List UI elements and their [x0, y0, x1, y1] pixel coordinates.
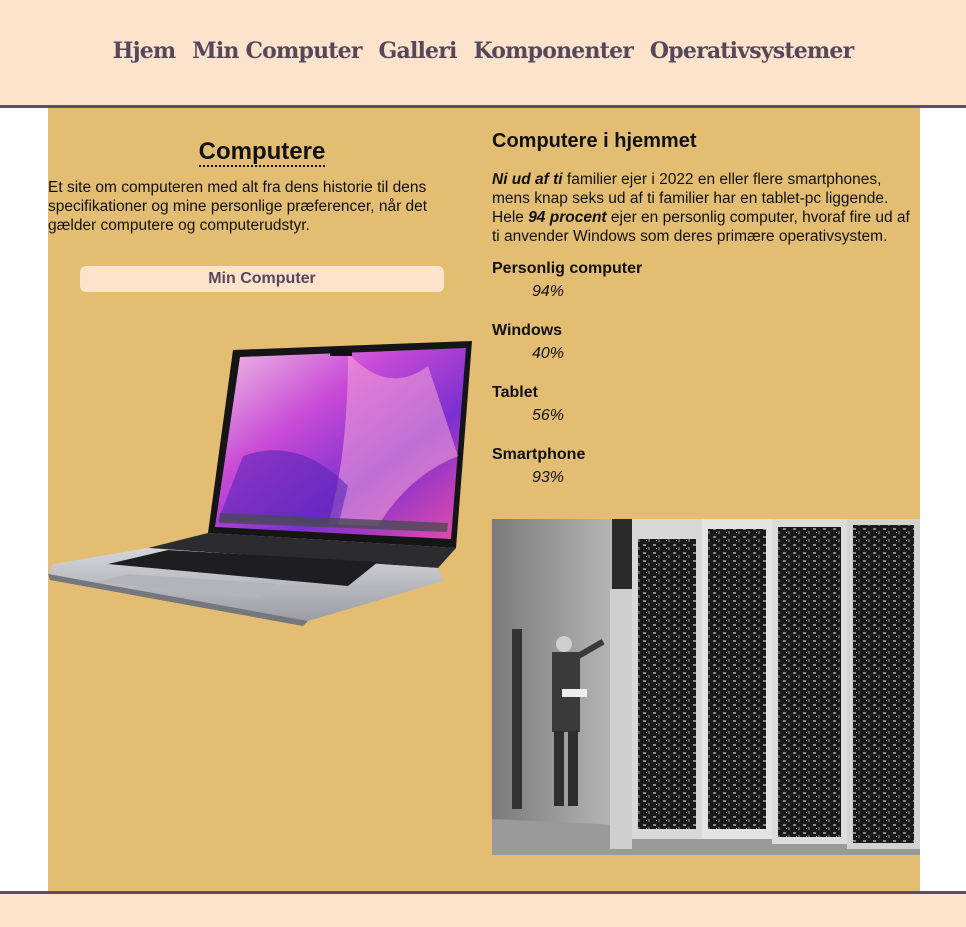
bold-phrase-1: Ni ud af ti	[492, 171, 563, 188]
stat-label-pc: Personlig computer	[492, 260, 643, 277]
vintage-computer-photo	[492, 519, 920, 855]
stat-label-tablet: Tablet	[492, 384, 538, 401]
stat-value-pc: 94%	[532, 283, 565, 300]
nav-operativsystemer[interactable]: Operativsystemer	[650, 38, 854, 64]
main-content: Computere Et site om computeren med alt …	[48, 108, 920, 891]
laptop-image	[48, 341, 472, 626]
stats-column: Computere i hjemmet Ni ud af ti familier…	[492, 130, 920, 508]
main-nav: Hjem Min Computer Galleri Komponenter Op…	[0, 38, 966, 64]
stats-paragraph: Ni ud af ti familier ejer i 2022 en elle…	[492, 170, 920, 246]
bold-phrase-2: 94 procent	[528, 209, 607, 226]
nav-min-computer[interactable]: Min Computer	[192, 38, 362, 64]
footer-bar	[0, 891, 966, 927]
nav-komponenter[interactable]: Komponenter	[473, 38, 633, 64]
nav-galleri[interactable]: Galleri	[379, 38, 458, 64]
section-heading: Computere i hjemmet	[492, 130, 697, 152]
page-title: Computere	[198, 138, 326, 167]
nav-hjem[interactable]: Hjem	[113, 38, 177, 64]
intro-text: Et site om computeren med alt fra dens h…	[48, 179, 428, 234]
header-bar: Hjem Min Computer Galleri Komponenter Op…	[0, 0, 966, 108]
stat-value-tablet: 56%	[532, 407, 565, 424]
stat-label-smartphone: Smartphone	[492, 446, 586, 463]
stat-value-windows: 40%	[532, 345, 565, 362]
stat-label-windows: Windows	[492, 322, 563, 339]
stat-value-smartphone: 93%	[532, 469, 565, 486]
min-computer-button[interactable]: Min Computer	[80, 266, 444, 292]
